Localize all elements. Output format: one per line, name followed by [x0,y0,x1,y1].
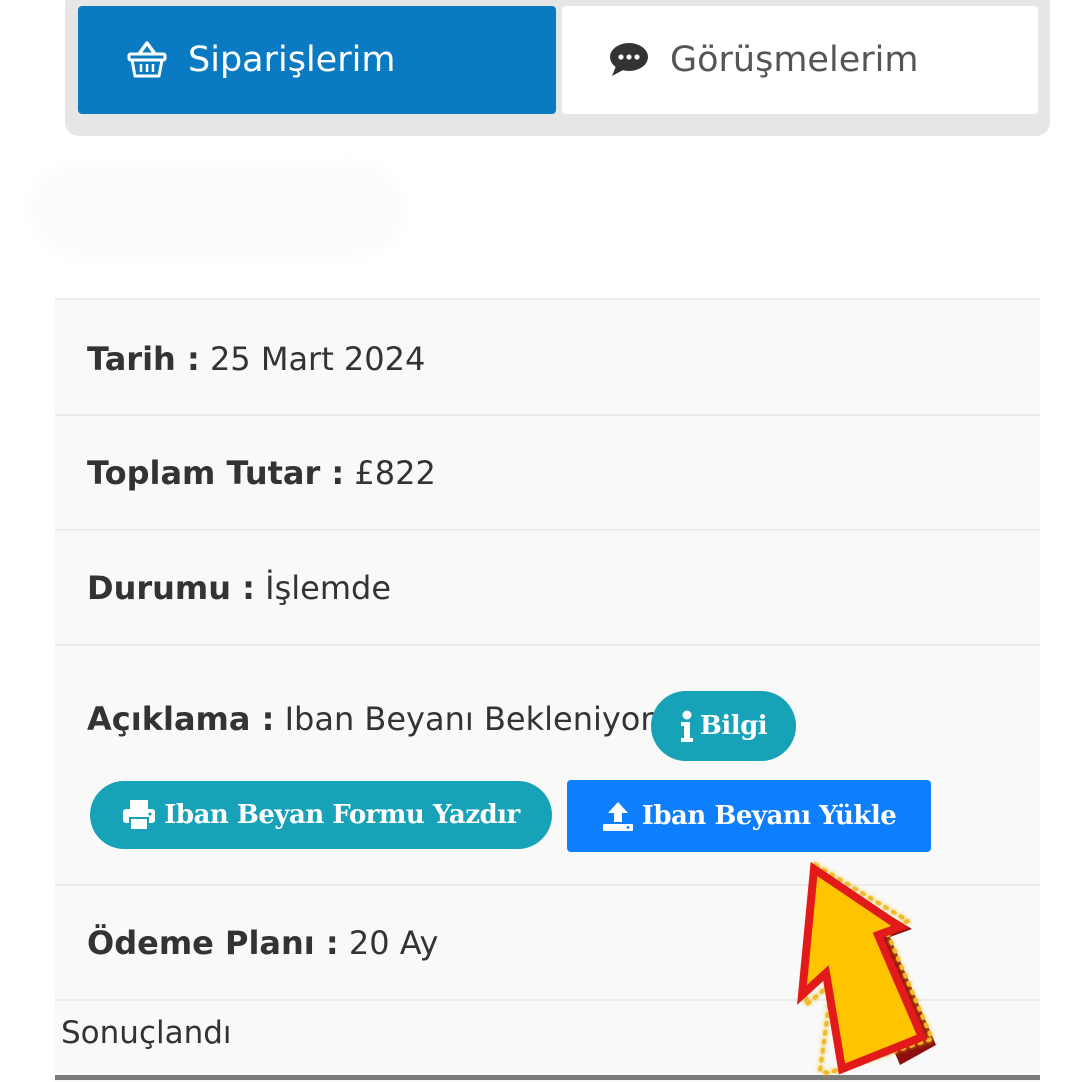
tab-bar: Siparişlerim Görüşmelerim [65,0,1050,136]
info-icon [680,710,694,742]
info-button-label: Bilgi [699,711,768,741]
tab-conversations[interactable]: Görüşmelerim [562,6,1038,114]
status-label: Durumu : [87,569,255,607]
printer-icon [122,799,156,831]
date-label: Tarih : [87,340,200,378]
tab-conversations-label: Görüşmelerim [670,40,919,80]
description-row: Açıklama : Iban Beyanı Bekleniyor Bilgi [55,646,1040,886]
basket-icon [126,40,168,80]
description-label: Açıklama : [87,700,275,738]
chat-bubble-icon [608,41,650,79]
date-value: 25 Mart 2024 [209,340,426,378]
blurred-placeholder [32,165,402,255]
status-value: İşlemde [265,569,391,607]
total-row: Toplam Tutar : £822 [55,416,1040,531]
status-row: Durumu : İşlemde [55,531,1040,646]
upload-icon [602,800,634,832]
total-value: £822 [354,454,436,492]
payment-plan-label: Ödeme Planı : [87,924,339,962]
pointer-arrow-icon [797,861,936,1076]
tab-orders-label: Siparişlerim [188,40,396,80]
date-row: Tarih : 25 Mart 2024 [55,300,1040,416]
info-button[interactable]: Bilgi [651,691,796,761]
payment-plan-value: 20 Ay [348,924,439,962]
total-label: Toplam Tutar : [87,454,345,492]
print-form-button-label: Iban Beyan Formu Yazdır [164,800,520,830]
print-form-button[interactable]: Iban Beyan Formu Yazdır [90,781,552,849]
description-value: Iban Beyanı Bekleniyor [284,700,654,738]
upload-button[interactable]: Iban Beyanı Yükle [567,780,931,852]
tab-orders[interactable]: Siparişlerim [78,6,556,114]
footer-status-text: Sonuçlandı [61,1015,232,1051]
upload-button-label: Iban Beyanı Yükle [641,801,897,831]
